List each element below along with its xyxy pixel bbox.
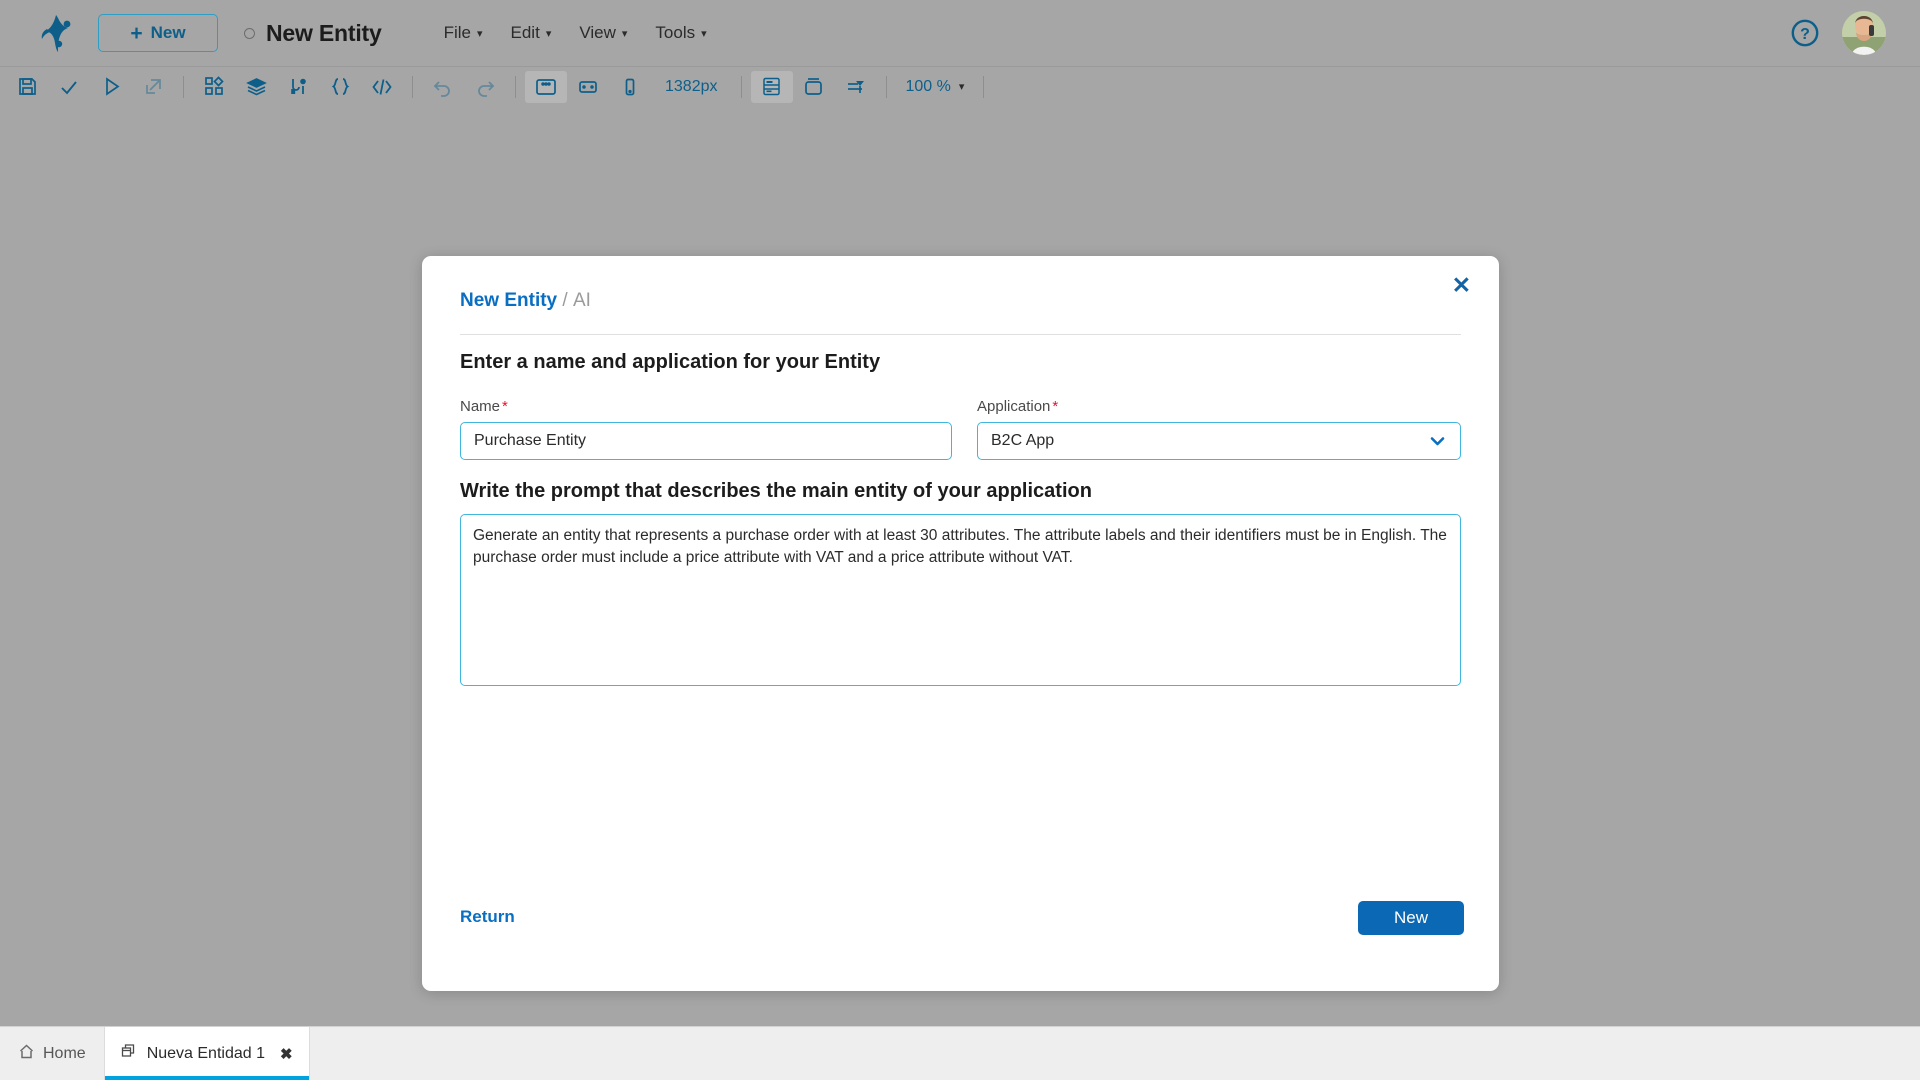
new-submit-button[interactable]: New — [1358, 901, 1464, 935]
application-label-text: Application — [977, 398, 1051, 415]
menu-file[interactable]: File ▾ — [430, 17, 497, 49]
menu-edit-label: Edit — [510, 23, 540, 42]
new-button[interactable]: + New — [98, 14, 218, 52]
toolbar-divider — [183, 75, 184, 98]
check-icon[interactable] — [48, 71, 90, 103]
application-select[interactable] — [977, 422, 1461, 460]
menu-view-label: View — [579, 23, 616, 42]
redo-icon[interactable] — [464, 71, 506, 103]
run-play-icon[interactable] — [90, 71, 132, 103]
toolbar-divider — [740, 75, 742, 98]
dialog-footer: Return New — [422, 871, 1499, 991]
layout-list-icon[interactable] — [750, 70, 793, 103]
required-marker: * — [502, 398, 508, 415]
breadcrumb-separator: / — [562, 290, 568, 311]
chevron-down-icon: ▾ — [621, 27, 628, 40]
tablet-view-icon[interactable] — [567, 71, 609, 103]
breadcrumb: New Entity / AI — [460, 290, 591, 312]
layout-card-icon[interactable] — [793, 71, 835, 103]
align-icon[interactable] — [835, 71, 877, 103]
toolbar-divider — [412, 75, 413, 98]
toolbar-divider — [885, 75, 887, 98]
taskbar-home-label: Home — [43, 1044, 86, 1062]
code-icon[interactable] — [361, 71, 403, 103]
return-link[interactable]: Return — [460, 907, 515, 927]
application-select-wrapper — [977, 422, 1461, 460]
toolbar-divider — [983, 75, 985, 98]
prompt-textarea[interactable] — [460, 514, 1461, 686]
entity-status-group: New Entity — [244, 20, 382, 47]
menu-tools-label: Tools — [655, 23, 696, 42]
home-icon — [18, 1043, 35, 1065]
menu-file-label: File — [443, 23, 471, 42]
page-title: New Entity — [266, 19, 382, 46]
application-field-group: Application * — [977, 398, 1461, 460]
close-icon[interactable]: ✖ — [280, 1045, 293, 1063]
name-field-group: Name * — [460, 398, 952, 460]
viewport-width-label: 1382px — [665, 77, 718, 95]
layers-icon[interactable] — [235, 71, 277, 103]
menu-view[interactable]: View ▾ — [565, 17, 641, 49]
chevron-down-icon: ▾ — [476, 27, 483, 40]
new-entity-dialog: ✕ New Entity / AI Enter a name and appli… — [422, 256, 1499, 991]
pattern-grid-icon[interactable] — [193, 71, 235, 103]
genexus-logo-icon[interactable] — [30, 7, 82, 59]
breadcrumb-main[interactable]: New Entity — [460, 290, 557, 311]
menu-tools[interactable]: Tools ▾ — [641, 17, 720, 49]
top-bar-right: ? — [1790, 11, 1886, 55]
chevron-down-icon: ▾ — [545, 27, 552, 40]
entity-icon — [121, 1043, 138, 1065]
name-label-text: Name — [460, 398, 501, 415]
application-field-label: Application * — [977, 398, 1461, 415]
open-external-icon[interactable] — [132, 71, 174, 103]
bottom-taskbar: Home Nueva Entidad 1 ✖ — [0, 1026, 1920, 1080]
work-area: ✕ New Entity / AI Enter a name and appli… — [0, 106, 1920, 1026]
section-title-name-application: Enter a name and application for your En… — [460, 351, 881, 373]
braces-icon[interactable] — [319, 71, 361, 103]
menu-edit[interactable]: Edit ▾ — [497, 17, 566, 49]
section-title-prompt: Write the prompt that describes the main… — [460, 480, 1092, 502]
taskbar-tab-label: Nueva Entidad 1 — [146, 1044, 265, 1062]
zoom-level-control[interactable]: 100 % ▾ — [896, 78, 975, 96]
variables-icon[interactable] — [277, 71, 319, 103]
new-button-label: New — [150, 23, 186, 42]
menu-bar: File ▾ Edit ▾ View ▾ Tools ▾ — [430, 17, 721, 49]
taskbar-home[interactable]: Home — [0, 1027, 104, 1080]
toolbar: 1382px 100 % ▾ — [0, 66, 1920, 106]
name-input[interactable] — [460, 422, 952, 460]
top-bar: + New New Entity File ▾ Edit ▾ View ▾ To… — [0, 0, 1920, 66]
breadcrumb-sub: AI — [572, 290, 591, 311]
toolbar-divider — [515, 75, 516, 98]
chevron-down-icon: ▾ — [958, 81, 965, 93]
header-divider — [460, 334, 1461, 335]
svg-text:?: ? — [1800, 26, 1810, 43]
plus-icon: + — [130, 21, 143, 45]
help-circle-icon[interactable]: ? — [1790, 18, 1820, 48]
avatar[interactable] — [1842, 11, 1886, 55]
name-field-label: Name * — [460, 398, 952, 415]
zoom-level-label: 100 % — [905, 77, 951, 95]
save-icon[interactable] — [6, 71, 48, 103]
status-circle-icon — [244, 27, 255, 39]
required-marker: * — [1052, 398, 1059, 415]
mobile-view-icon[interactable] — [609, 71, 651, 103]
taskbar-tab-nueva-entidad-1[interactable]: Nueva Entidad 1 ✖ — [103, 1027, 310, 1080]
desktop-view-icon[interactable] — [525, 70, 567, 103]
undo-icon[interactable] — [422, 71, 464, 103]
chevron-down-icon: ▾ — [701, 27, 707, 40]
close-icon[interactable]: ✕ — [1446, 270, 1477, 301]
